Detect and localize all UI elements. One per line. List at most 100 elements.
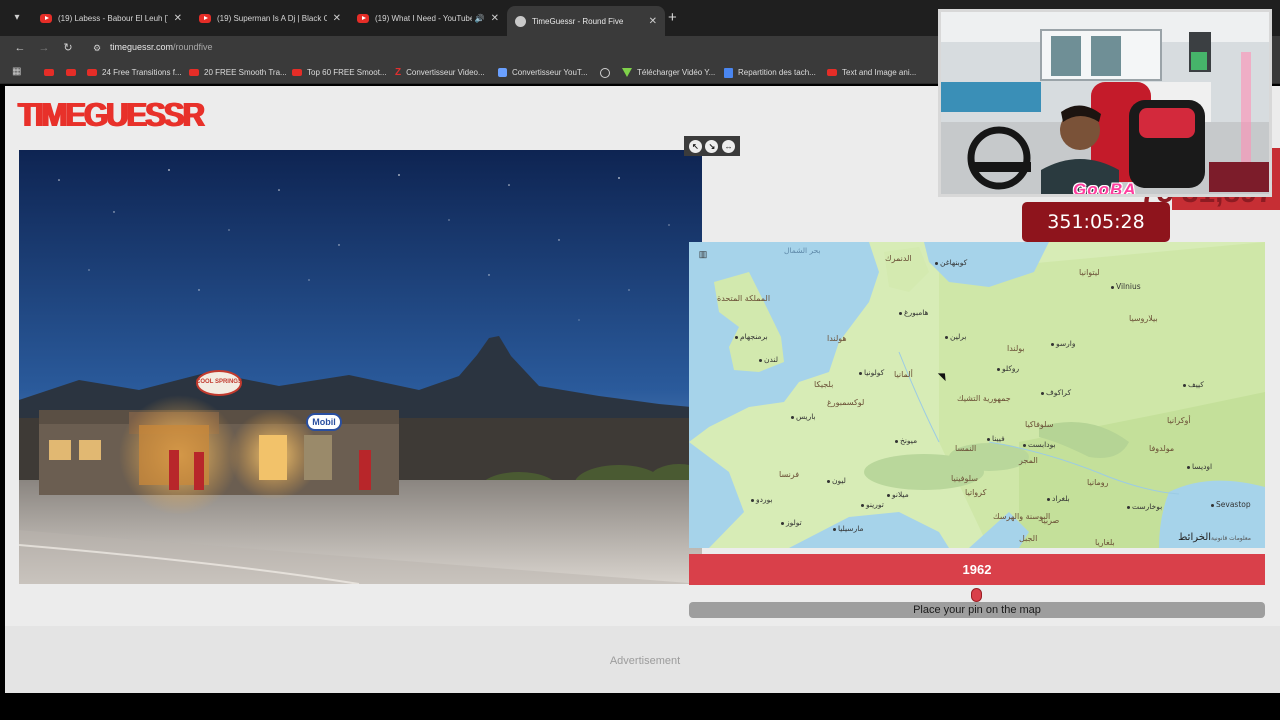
youtube-icon [292,69,302,76]
map-label: فيينا [987,434,1005,443]
reload-icon[interactable]: ↻ [60,40,76,56]
forward-arrow-icon[interactable]: → [36,40,52,56]
map-attribution[interactable]: معلومات قانونيةالخرائط [1178,532,1257,543]
map-label: كرواتيا [965,488,987,497]
map-label: وارسو [1051,339,1076,348]
map-label: تورينو [861,500,884,509]
bookmark-item[interactable]: Text and Image ani... [827,66,916,79]
map-widen-icon[interactable]: ↔ [722,139,736,153]
map-layers-icon[interactable]: ▥ [696,249,710,261]
site-info-icon[interactable]: ⚙ [90,41,104,55]
bookmark-item[interactable]: Z Convertisseur Video... [395,66,485,79]
download-arrow-icon [622,68,632,77]
map-label: هامبورغ [899,308,929,317]
tab-search-icon[interactable]: ▾ [8,9,26,27]
webcam-overlay: GooBA [938,9,1272,197]
tab-close-icon[interactable]: ✕ [649,16,657,27]
year-display: 1962 [689,554,1265,585]
converter-icon [498,68,507,77]
globe-icon [515,15,526,27]
bookmark-label: Convertisseur Video... [406,68,485,77]
bookmark-item[interactable] [600,66,615,79]
map-label: أوكرانيا [1167,416,1191,425]
round-timer: 351:05:28 [1022,202,1170,242]
bookmark-item[interactable]: Télécharger Vidéo Y... [622,66,715,79]
bookmark-label: Text and Image ani... [842,68,917,77]
bookmark-item[interactable]: Top 60 FREE Smoot... [292,66,387,79]
map-expand-icon[interactable]: ↖ [688,139,702,153]
map-label: بوردو [751,495,773,504]
apps-grid-icon[interactable]: ▦ [12,66,24,78]
map-label: سلوفينيا [951,474,978,483]
browser-tab[interactable]: (19) What I Need - YouTube 🔊 ✕ [349,5,507,32]
audio-playing-icon[interactable]: 🔊 [475,14,485,23]
bookmark-item[interactable]: 20 FREE Smooth Tra... [189,66,287,79]
map-label: ألمانيا [894,370,913,379]
map-label: بلغراد [1047,494,1070,503]
advertisement-label: Advertisement [609,655,681,667]
youtube-icon [44,69,54,76]
tab-close-icon[interactable]: ✕ [491,13,499,24]
map-shrink-icon[interactable]: ↘ [705,139,719,153]
map-label: Sevastop [1211,500,1251,509]
tab-close-icon[interactable]: ✕ [174,13,182,24]
tab-title: (19) Superman Is A Dj | Black C [217,14,327,23]
map-label: بلجيكا [814,380,834,389]
year-slider[interactable] [689,588,1265,602]
back-arrow-icon[interactable]: ← [12,40,28,56]
map-label: بلغاريا [1095,538,1115,547]
map-label: ليون [827,476,846,485]
map-label: كوبنهاغن [935,258,967,267]
bookmark-label: Top 60 FREE Smoot... [307,68,387,77]
webcam-scene [941,12,1269,194]
map-label: لندن [759,355,778,364]
youtube-icon [189,69,199,76]
map-label: بولندا [1007,344,1025,353]
map-label: ميلانو [887,490,909,499]
cool-springs-sign: COOL SPRINGS [196,379,242,385]
bookmark-item[interactable]: 24 Free Transitions f... [87,66,182,79]
streamer-name: GooBA [1073,180,1137,197]
map-label: Vilnius [1111,282,1141,291]
year-slider-thumb[interactable] [970,588,982,602]
bookmark-item[interactable]: Convertisseur YouT... [498,66,588,79]
map-label: كراكوف [1041,388,1071,397]
document-icon [724,67,733,78]
bookmark-item[interactable] [66,66,81,79]
map-label: رومانيا [1087,478,1109,487]
timeguessr-logo[interactable]: TIMEGUESSR [18,92,205,137]
map-label: المجر [1019,456,1038,465]
legal-info-link[interactable]: معلومات قانونية [1211,535,1251,542]
new-tab-icon[interactable]: + [668,9,677,27]
bookmark-label: 20 FREE Smooth Tra... [204,68,287,77]
map-label: كييف [1183,380,1204,389]
globe-icon [600,67,610,78]
map-label: صربيا [1041,516,1060,525]
browser-tab[interactable]: (19) Labess - Babour El Leuh [T ✕ [32,5,190,32]
map-label: لوكسمبورغ [827,398,865,407]
bookmark-label: Convertisseur YouT... [512,68,588,77]
map-label: اوديسا [1187,462,1212,471]
map-label: بوخارست [1127,502,1162,511]
map-label: مارسيليا [833,524,864,533]
bookmark-item[interactable] [44,66,59,79]
map-label: روكلو [997,364,1019,373]
map-label: باريس [791,412,816,421]
tab-title: (19) Labess - Babour El Leuh [T [58,14,168,23]
url-host: timeguessr.com [110,42,174,52]
bookmark-item[interactable]: Repartition des tach... [724,66,816,79]
youtube-icon [199,14,211,23]
tab-title: TimeGuessr - Round Five [532,16,624,26]
map-label: المملكة المتحدة [717,294,771,303]
map-label: ليتوانيا [1079,268,1100,277]
tab-title: (19) What I Need - YouTube [375,14,472,23]
bookmark-label: 24 Free Transitions f... [102,68,182,77]
browser-tab-active[interactable]: TimeGuessr - Round Five ✕ [507,6,665,36]
tab-close-icon[interactable]: ✕ [333,13,341,24]
map-toolbar: ↖ ↘ ↔ [684,136,740,156]
place-pin-button[interactable]: Place your pin on the map [689,602,1265,618]
guess-map[interactable]: ▥ بحر الشمال المملكة المتحدة الدنمرك كوب… [689,242,1265,548]
address-bar[interactable]: timeguessr.com/roundfive [110,42,213,52]
browser-tab[interactable]: (19) Superman Is A Dj | Black C ✕ [191,5,349,32]
youtube-icon [87,69,97,76]
